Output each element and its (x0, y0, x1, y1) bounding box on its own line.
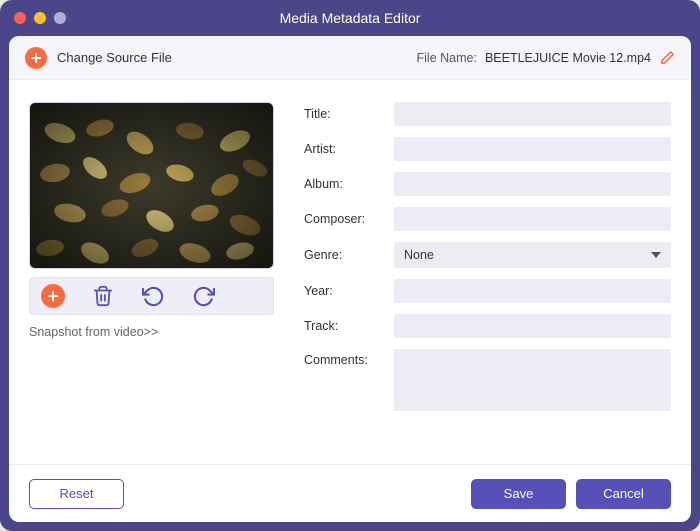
composer-input[interactable] (394, 207, 671, 231)
edit-filename-button[interactable] (659, 50, 675, 66)
thumbnail-image (30, 103, 273, 268)
composer-label: Composer: (304, 212, 384, 226)
maximize-window-button[interactable] (54, 12, 66, 24)
filename-display: File Name: BEETLEJUICE Movie 12.mp4 (417, 50, 675, 66)
genre-label: Genre: (304, 248, 384, 262)
close-window-button[interactable] (14, 12, 26, 24)
rotate-left-button[interactable] (140, 283, 166, 309)
add-artwork-button[interactable] (40, 283, 66, 309)
album-label: Album: (304, 177, 384, 191)
field-comments: Comments: (304, 349, 671, 411)
year-input[interactable] (394, 279, 671, 303)
comments-label: Comments: (304, 349, 384, 367)
plus-icon (25, 47, 47, 69)
field-track: Track: (304, 314, 671, 338)
field-composer: Composer: (304, 207, 671, 231)
artwork-column: Snapshot from video>> (29, 102, 274, 464)
delete-artwork-button[interactable] (90, 283, 116, 309)
body-area: Snapshot from video>> Title: Artist: Alb… (9, 80, 691, 464)
year-label: Year: (304, 284, 384, 298)
snapshot-link[interactable]: Snapshot from video>> (29, 325, 274, 339)
track-label: Track: (304, 319, 384, 333)
plus-icon (41, 284, 65, 308)
app-window: Media Metadata Editor Change Source File… (0, 0, 700, 531)
artist-label: Artist: (304, 142, 384, 156)
content-panel: Change Source File File Name: BEETLEJUIC… (9, 36, 691, 522)
artwork-thumbnail[interactable] (29, 102, 274, 269)
title-input[interactable] (394, 102, 671, 126)
album-input[interactable] (394, 172, 671, 196)
rotate-ccw-icon (142, 285, 165, 308)
toolbar: Change Source File File Name: BEETLEJUIC… (9, 36, 691, 80)
artwork-toolbar (29, 277, 274, 315)
save-button[interactable]: Save (471, 479, 566, 509)
chevron-down-icon (651, 252, 661, 258)
window-title: Media Metadata Editor (0, 10, 700, 26)
change-source-button[interactable]: Change Source File (25, 47, 172, 69)
cancel-button[interactable]: Cancel (576, 479, 671, 509)
genre-select[interactable]: None (394, 242, 671, 268)
field-title: Title: (304, 102, 671, 126)
filename-label: File Name: (417, 51, 477, 65)
genre-value: None (404, 248, 434, 262)
comments-input[interactable] (394, 349, 671, 411)
field-genre: Genre: None (304, 242, 671, 268)
footer: Reset Save Cancel (9, 464, 691, 522)
title-label: Title: (304, 107, 384, 121)
field-year: Year: (304, 279, 671, 303)
field-artist: Artist: (304, 137, 671, 161)
artist-input[interactable] (394, 137, 671, 161)
filename-value: BEETLEJUICE Movie 12.mp4 (485, 51, 651, 65)
titlebar: Media Metadata Editor (0, 0, 700, 36)
minimize-window-button[interactable] (34, 12, 46, 24)
rotate-right-button[interactable] (190, 283, 216, 309)
change-source-label: Change Source File (57, 50, 172, 65)
field-album: Album: (304, 172, 671, 196)
track-input[interactable] (394, 314, 671, 338)
rotate-cw-icon (192, 285, 215, 308)
trash-icon (92, 285, 114, 307)
reset-button[interactable]: Reset (29, 479, 124, 509)
window-controls (14, 12, 66, 24)
metadata-fields: Title: Artist: Album: Composer: Genre: (304, 102, 671, 464)
